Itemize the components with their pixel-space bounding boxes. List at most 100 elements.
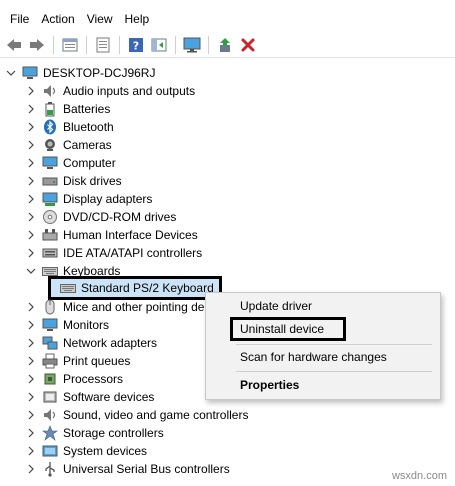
help-icon[interactable]: ? [126,35,146,55]
monitor-icon [42,317,58,333]
tree-item-storage[interactable]: Storage controllers [26,424,164,442]
chevron-right-icon[interactable] [26,392,36,402]
tree-item-mice[interactable]: Mice and other pointing de [26,298,204,316]
chevron-right-icon[interactable] [26,104,36,114]
tree-root[interactable]: DESKTOP-DCJ96RJ [6,64,155,82]
tree-item-bluetooth[interactable]: Bluetooth [26,118,114,136]
tree-item-label: IDE ATA/ATAPI controllers [63,246,203,260]
chevron-right-icon[interactable] [26,428,36,438]
tree-item-dvd-drives[interactable]: DVD/CD-ROM drives [26,208,176,226]
update-driver-icon[interactable] [215,35,235,55]
context-menu-scan-hardware[interactable]: Scan for hardware changes [240,349,387,365]
tree-item-label: Storage controllers [63,426,164,440]
toolbar-separator [208,35,209,54]
chevron-right-icon[interactable] [26,176,36,186]
tree-item-system-devices[interactable]: System devices [26,442,147,460]
tree-item-label: Network adapters [63,336,158,350]
tree-item-label: Monitors [63,318,110,332]
camera-icon [42,137,58,153]
tree-item-ide[interactable]: IDE ATA/ATAPI controllers [26,244,202,262]
tree-item-label: Bluetooth [63,120,114,134]
context-menu-separator [236,371,432,372]
tree-item-computer[interactable]: Computer [26,154,116,172]
tree-item-label: Human Interface Devices [63,228,198,242]
dvd-disc-icon [42,209,58,225]
hid-icon [42,227,58,243]
back-arrow-icon[interactable] [4,35,24,55]
chevron-right-icon[interactable] [26,320,36,330]
tree-item-monitors[interactable]: Monitors [26,316,109,334]
show-hide-console-icon[interactable] [149,35,169,55]
tree-item-standard-ps2-keyboard[interactable]: Standard PS/2 Keyboard [60,279,214,297]
mouse-icon [42,299,58,315]
chevron-right-icon[interactable] [26,338,36,348]
menu-view[interactable]: View [81,10,119,28]
toolbar-separator [86,35,87,54]
chevron-right-icon[interactable] [26,230,36,240]
tree-item-batteries[interactable]: Batteries [26,100,110,118]
tree-item-software-devices[interactable]: Software devices [26,388,154,406]
tree-item-hid[interactable]: Human Interface Devices [26,226,198,244]
chevron-down-icon[interactable] [26,266,36,276]
toolbar: ? [0,32,455,58]
tree-item-processors[interactable]: Processors [26,370,123,388]
tree-item-usb[interactable]: Universal Serial Bus controllers [26,460,230,478]
bluetooth-icon [42,119,58,135]
context-menu-separator [236,344,432,345]
tree-item-label: Cameras [63,138,112,152]
chevron-right-icon[interactable] [26,122,36,132]
keyboard-icon [60,280,76,296]
tree-item-network[interactable]: Network adapters [26,334,157,352]
toolbar-separator [175,35,176,54]
tree-item-label: Batteries [63,102,111,116]
menu-help[interactable]: Help [119,10,156,28]
chevron-right-icon[interactable] [26,194,36,204]
tree-item-label: DVD/CD-ROM drives [63,210,177,224]
menu-file[interactable]: File [4,10,35,28]
computer-icon [22,65,38,81]
menu-action[interactable]: Action [35,10,80,28]
context-menu: Update driver Uninstall device Scan for … [205,292,441,400]
properties-icon[interactable] [60,35,80,55]
tree-item-cameras[interactable]: Cameras [26,136,112,154]
chevron-right-icon[interactable] [26,410,36,420]
chevron-right-icon[interactable] [26,158,36,168]
chevron-right-icon[interactable] [26,356,36,366]
chevron-right-icon[interactable] [26,464,36,474]
tree-item-print-queues[interactable]: Print queues [26,352,130,370]
tree-item-label: Print queues [63,354,131,368]
monitor-icon[interactable] [182,35,202,55]
chevron-right-icon[interactable] [26,302,36,312]
ide-controller-icon [42,245,58,261]
tree-item-label: Computer [63,156,116,170]
forward-arrow-icon[interactable] [27,35,47,55]
svg-text:?: ? [133,39,139,52]
system-device-icon [42,443,58,459]
tree-item-sound[interactable]: Sound, video and game controllers [26,406,248,424]
chevron-right-icon[interactable] [26,374,36,384]
menu-bar: File Action View Help [0,8,455,30]
tree-item-audio[interactable]: Audio inputs and outputs [26,82,195,100]
tree-item-disk-drives[interactable]: Disk drives [26,172,122,190]
device-list-icon[interactable] [93,35,113,55]
tree-item-label: Sound, video and game controllers [63,408,249,422]
watermark: wsxdn.com [391,470,447,482]
uninstall-x-icon[interactable] [238,35,258,55]
chevron-right-icon[interactable] [26,212,36,222]
context-menu-uninstall-device[interactable]: Uninstall device [240,321,324,337]
storage-controller-icon [42,425,58,441]
tree-item-label: Processors [63,372,124,386]
chevron-right-icon[interactable] [26,140,36,150]
tree-item-label: Mice and other pointing de [63,300,205,314]
chevron-right-icon[interactable] [26,86,36,96]
chevron-right-icon[interactable] [26,248,36,258]
context-menu-properties[interactable]: Properties [240,377,299,393]
chevron-right-icon[interactable] [26,446,36,456]
chevron-down-icon[interactable] [6,68,16,78]
speaker-icon [42,83,58,99]
software-device-icon [42,389,58,405]
context-menu-update-driver[interactable]: Update driver [240,298,312,314]
display-adapter-icon [42,191,58,207]
tree-item-display-adapters[interactable]: Display adapters [26,190,152,208]
network-adapter-icon [42,335,58,351]
